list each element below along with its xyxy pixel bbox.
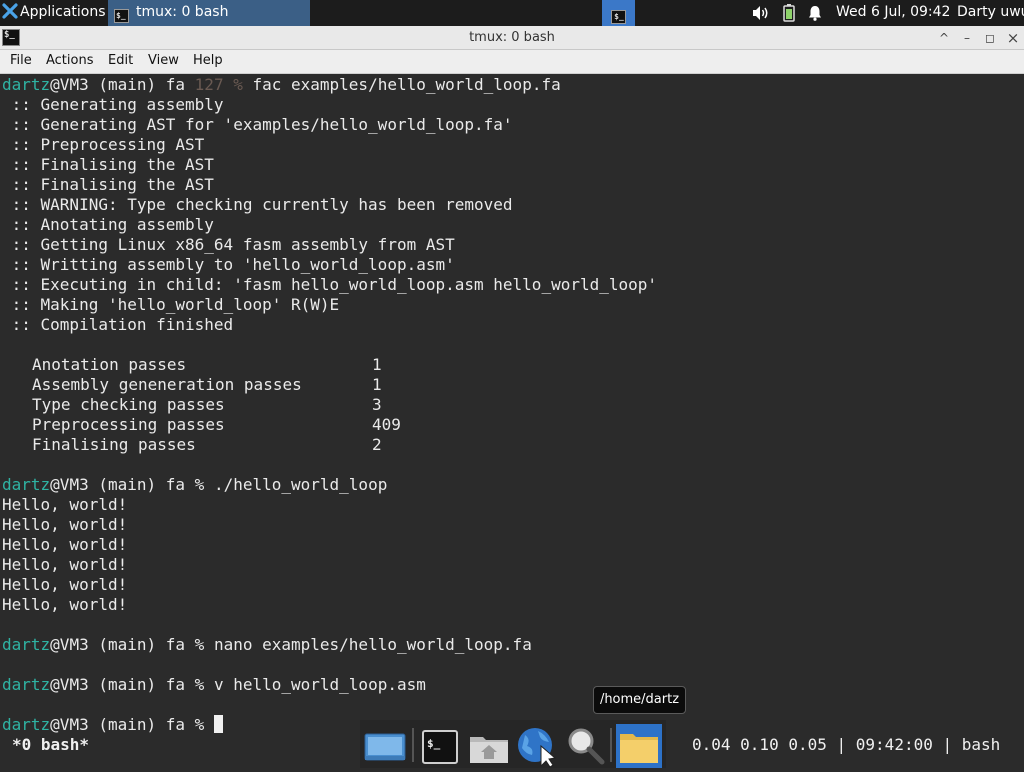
command-text: nano examples/hello_world_loop.fa — [213, 635, 532, 654]
minimize-button[interactable]: – — [957, 29, 977, 47]
dock-tooltip: /home/dartz — [593, 686, 686, 714]
output-line: Hello, world! — [2, 515, 128, 534]
log-line: :: WARNING: Type checking currently has … — [2, 195, 513, 214]
prompt-user: dartz — [2, 635, 51, 654]
prompt-sep: % — [194, 635, 214, 654]
panel-clock[interactable]: Wed 6 Jul, 09:42 — [836, 0, 950, 26]
workspace-switcher[interactable]: $_ — [602, 0, 635, 26]
prompt-host: @VM3 (main) fa — [50, 715, 195, 734]
stat-value: 409 — [372, 415, 401, 434]
output-line: Hello, world! — [2, 495, 128, 514]
stat-value: 2 — [372, 435, 382, 454]
notification-bell-icon[interactable] — [807, 5, 823, 21]
stat-value: 1 — [372, 375, 382, 394]
log-line: :: Preprocessing AST — [2, 135, 205, 154]
shade-button[interactable]: ^ — [934, 29, 954, 47]
output-line: Hello, world! — [2, 555, 128, 574]
prompt-line: dartz@VM3 (main) fa % v hello_world_loop… — [2, 675, 426, 695]
prompt-user: dartz — [2, 475, 51, 494]
prompt-line: dartz@VM3 (main) fa % ./hello_world_loop — [2, 475, 387, 495]
prompt-sep: % — [194, 675, 214, 694]
prompt-host: @VM3 (main) fa — [50, 75, 195, 94]
top-panel: Applications $_ tmux: 0 bash $_ Wed 6 Jul… — [0, 0, 1024, 26]
stat-name: Preprocessing passes — [32, 415, 225, 434]
command-text: fac examples/hello_world_loop.fa — [252, 75, 561, 94]
menu-actions[interactable]: Actions — [46, 50, 94, 73]
terminal-area[interactable]: dartz@VM3 (main) fa 127 % fac examples/h… — [0, 74, 1024, 768]
text-cursor — [213, 715, 223, 733]
log-line: :: Generating assembly — [2, 95, 224, 114]
home-folder-icon[interactable] — [466, 724, 512, 768]
applications-label: Applications — [20, 4, 106, 20]
stat-name: Type checking passes — [32, 395, 225, 414]
tmux-session-name: bash — [961, 735, 1001, 754]
volume-icon[interactable] — [752, 5, 770, 21]
stat-name: Finalising passes — [32, 435, 196, 454]
prompt-host: @VM3 (main) fa — [50, 475, 195, 494]
terminal-icon[interactable]: $_ — [418, 724, 464, 768]
log-line: :: Anotating assembly — [2, 215, 214, 234]
prompt-line: dartz@VM3 (main) fa 127 % fac examples/h… — [2, 75, 561, 95]
log-line: :: Generating AST for 'examples/hello_wo… — [2, 115, 513, 134]
status-separator: | — [942, 735, 953, 754]
prompt-sep: % — [194, 715, 214, 734]
menubar: File Actions Edit View Help — [0, 50, 1024, 74]
prompt-sep: % — [194, 475, 214, 494]
stat-value: 1 — [372, 355, 382, 374]
user-menu[interactable]: Darty uwu — [957, 0, 1024, 26]
dock-separator — [610, 728, 612, 762]
search-icon[interactable] — [562, 724, 608, 768]
file-manager-icon[interactable] — [616, 724, 662, 768]
menu-edit[interactable]: Edit — [108, 50, 133, 73]
tmux-window-tab[interactable]: *0 bash* — [12, 734, 89, 756]
terminal-icon: $_ — [611, 10, 626, 24]
window-titlebar[interactable]: $_ tmux: 0 bash ^ – ◻ × — [0, 26, 1024, 50]
tmux-clock: 09:42:00 — [855, 735, 933, 754]
log-line: :: Getting Linux x86_64 fasm assembly fr… — [2, 235, 455, 254]
log-line: :: Making 'hello_world_loop' R(W)E — [2, 295, 340, 314]
tmux-status-right: 0.04 0.10 0.05 | 09:42:00 | bash — [692, 734, 1000, 756]
applications-menu[interactable]: Applications — [0, 0, 106, 26]
dock-separator — [412, 728, 414, 762]
output-line: Hello, world! — [2, 575, 128, 594]
web-browser-icon[interactable] — [514, 724, 560, 768]
stat-value: 3 — [372, 395, 382, 414]
log-line: :: Compilation finished — [2, 315, 234, 334]
current-prompt-line[interactable]: dartz@VM3 (main) fa % — [2, 715, 223, 735]
prompt-host: @VM3 (main) fa — [50, 675, 195, 694]
prompt-user: dartz — [2, 75, 51, 94]
prompt-line: dartz@VM3 (main) fa % nano examples/hell… — [2, 635, 532, 655]
desktop-icon[interactable] — [362, 724, 408, 768]
log-line: :: Finalising the AST — [2, 175, 214, 194]
log-line: :: Finalising the AST — [2, 155, 214, 174]
output-line: Hello, world! — [2, 595, 128, 614]
close-button[interactable]: × — [1003, 29, 1023, 47]
command-text: v hello_world_loop.asm — [213, 675, 426, 694]
status-separator: | — [836, 735, 847, 754]
prompt-host: @VM3 (main) fa — [50, 635, 195, 654]
command-text: ./hello_world_loop — [213, 475, 388, 494]
output-line: Hello, world! — [2, 535, 128, 554]
maximize-button[interactable]: ◻ — [980, 29, 1000, 47]
xfce-logo-icon — [2, 3, 18, 19]
exit-status: 127 — [194, 75, 234, 94]
taskbar-window-button[interactable]: $_ tmux: 0 bash — [108, 0, 310, 26]
menu-view[interactable]: View — [148, 50, 179, 73]
stat-name: Assembly geneneration passes — [32, 375, 302, 394]
stat-name: Anotation passes — [32, 355, 187, 374]
prompt-user: dartz — [2, 675, 51, 694]
dock: $_ — [360, 720, 666, 768]
window-title: tmux: 0 bash — [469, 30, 555, 45]
menu-file[interactable]: File — [10, 50, 32, 73]
svg-text:$_: $_ — [427, 737, 441, 750]
menu-help[interactable]: Help — [193, 50, 223, 73]
prompt-sep: % — [233, 75, 253, 94]
taskbar-window-title: tmux: 0 bash — [136, 4, 229, 20]
battery-icon[interactable] — [783, 4, 795, 22]
load-average: 0.04 0.10 0.05 — [692, 735, 827, 754]
log-line: :: Writting assembly to 'hello_world_loo… — [2, 255, 455, 274]
prompt-user: dartz — [2, 715, 51, 734]
terminal-icon: $_ — [114, 9, 129, 23]
log-line: :: Executing in child: 'fasm hello_world… — [2, 275, 658, 294]
